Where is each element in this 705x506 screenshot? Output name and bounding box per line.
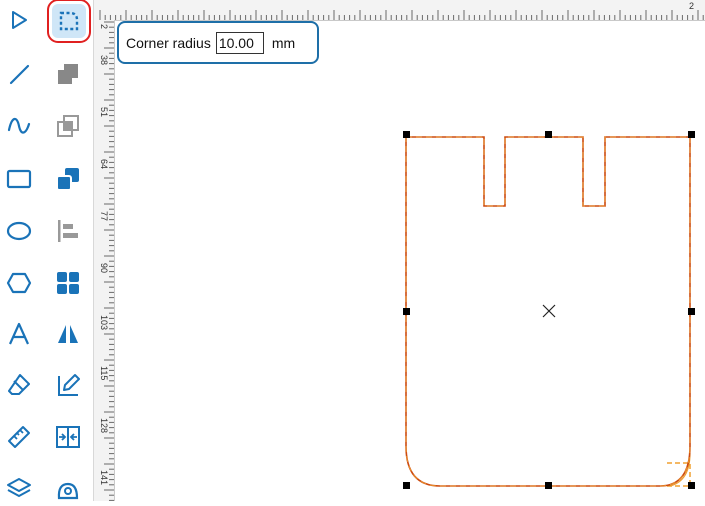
ruler-top-label: 2 xyxy=(689,1,694,11)
ruler-left-label: 103 xyxy=(99,315,109,330)
eraser-tool[interactable] xyxy=(2,368,36,402)
distribute-tool[interactable] xyxy=(51,420,85,454)
align-left-icon xyxy=(58,220,78,242)
resize-handle-bottom-left[interactable] xyxy=(403,482,410,489)
corner-radius-unit: mm xyxy=(271,34,296,51)
ruler-left-label: 128 xyxy=(99,418,109,433)
corner-radius-input[interactable] xyxy=(215,31,264,54)
curve-tool[interactable] xyxy=(2,109,36,143)
curve-icon xyxy=(7,117,31,134)
resize-handle-right[interactable] xyxy=(688,308,695,315)
overlap-squares-icon xyxy=(56,168,79,191)
corner-radius-panel: Corner radius mm xyxy=(117,21,319,64)
horizontal-ruler[interactable]: 2 xyxy=(94,0,705,21)
ruler-left-label: 115 xyxy=(99,366,109,380)
drawing-canvas[interactable] xyxy=(115,21,705,501)
overlap-tool[interactable] xyxy=(51,162,85,196)
center-marker-icon xyxy=(542,304,556,318)
union-tool[interactable] xyxy=(51,57,85,91)
resize-handle-left[interactable] xyxy=(403,308,410,315)
ruler-left-label: 2 xyxy=(99,24,109,29)
rectangle-icon xyxy=(6,169,32,189)
select-tool[interactable] xyxy=(2,3,36,37)
corner-radius-label: Corner radius xyxy=(126,34,211,51)
tool-palette xyxy=(0,0,94,501)
intersect-tool[interactable] xyxy=(51,109,85,143)
align-tool[interactable] xyxy=(51,214,85,248)
mirror-icon xyxy=(58,325,78,343)
ruler-left-label: 141 xyxy=(99,470,109,485)
rounded-corner-icon xyxy=(59,11,79,31)
hexagon-icon xyxy=(6,272,32,294)
ruler-left-label: 90 xyxy=(99,263,109,273)
text-tool[interactable] xyxy=(2,317,36,351)
letter-a-icon xyxy=(8,322,30,345)
intersect-squares-icon xyxy=(57,115,79,137)
edit-path-tool[interactable] xyxy=(51,368,85,402)
ruler-left-label: 51 xyxy=(99,107,109,117)
corner-radius-tool[interactable] xyxy=(47,0,91,43)
ruler-left-label: 77 xyxy=(99,211,109,221)
ellipse-tool[interactable] xyxy=(2,214,36,248)
line-icon xyxy=(9,64,30,85)
grid-icon xyxy=(57,272,79,294)
ruler-left-label: 38 xyxy=(99,55,109,65)
measure-tool[interactable] xyxy=(2,420,36,454)
mirror-tool[interactable] xyxy=(51,317,85,351)
resize-handle-top[interactable] xyxy=(545,131,552,138)
ruler-left-label: 64 xyxy=(99,159,109,169)
resize-handle-bottom[interactable] xyxy=(545,482,552,489)
grid-arrange-tool[interactable] xyxy=(51,266,85,300)
ruler-icon xyxy=(8,426,30,448)
pen-edit-icon xyxy=(58,374,80,396)
distribute-icon xyxy=(56,426,80,448)
polygon-tool[interactable] xyxy=(2,266,36,300)
vertical-ruler[interactable]: 2 38 51 64 77 90 103 115 128 141 xyxy=(94,20,115,501)
eraser-icon xyxy=(8,374,30,395)
rectangle-tool[interactable] xyxy=(2,162,36,196)
layers-icon xyxy=(7,478,31,498)
resize-handle-top-right[interactable] xyxy=(688,131,695,138)
trace-icon xyxy=(57,482,79,500)
pointer-arrow-icon xyxy=(12,11,27,29)
resize-handle-bottom-right[interactable] xyxy=(688,482,695,489)
union-squares-icon xyxy=(58,64,78,84)
line-tool[interactable] xyxy=(2,57,36,91)
resize-handle-top-left[interactable] xyxy=(403,131,410,138)
ellipse-icon xyxy=(6,221,32,241)
